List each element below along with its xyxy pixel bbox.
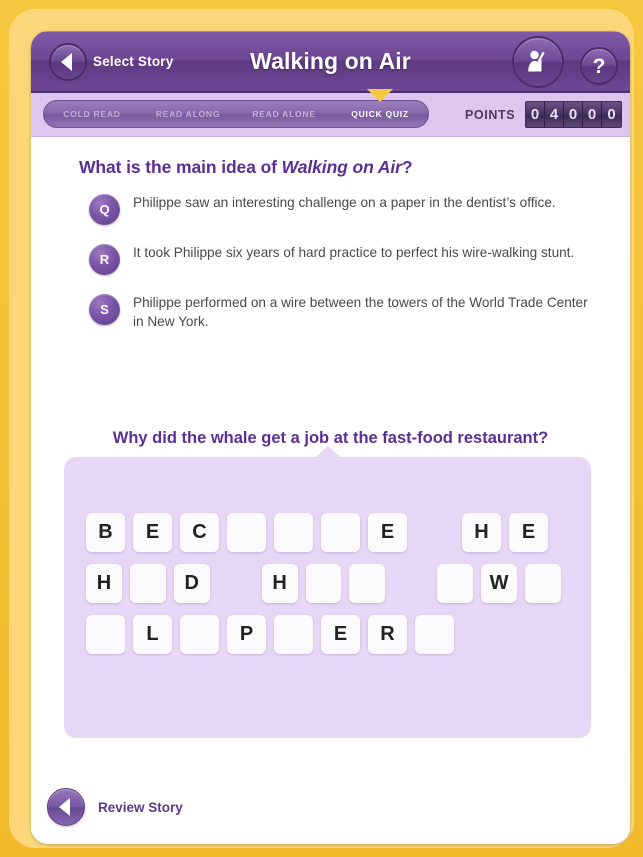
answer-badge: S xyxy=(89,294,120,325)
points-label: POINTS xyxy=(465,108,516,122)
letter-tile-empty[interactable] xyxy=(415,615,454,654)
answer-text: Philippe saw an interesting challenge on… xyxy=(133,195,556,210)
answer-text: Philippe performed on a wire between the… xyxy=(133,295,588,329)
review-story-circle xyxy=(47,788,85,826)
tab-label: READ ALONG xyxy=(155,109,221,119)
riddle-panel: BECEHEHDHWLPER xyxy=(64,446,591,738)
points-counter: 0 4 0 0 0 xyxy=(525,101,622,128)
tab-quick-quiz[interactable]: QUICK QUIZ xyxy=(332,89,428,119)
letter-tile-filled[interactable]: E xyxy=(321,615,360,654)
teacher-icon[interactable] xyxy=(512,36,564,88)
tab-cold-read[interactable]: COLD READ xyxy=(44,109,140,119)
letter-tile-filled[interactable]: H xyxy=(462,513,501,552)
chevron-left-icon xyxy=(61,53,72,71)
letter-tile-filled[interactable]: C xyxy=(180,513,219,552)
letter-tile-filled[interactable]: W xyxy=(481,564,518,603)
chevron-left-icon xyxy=(59,798,70,816)
letter-tile-empty[interactable] xyxy=(274,513,313,552)
letter-tile-filled[interactable]: R xyxy=(368,615,407,654)
question-mark-icon: ? xyxy=(592,54,606,78)
answer-option-s[interactable]: S Philippe performed on a wire between t… xyxy=(89,293,589,331)
points-digit: 0 xyxy=(602,102,621,127)
letter-tile-filled[interactable]: B xyxy=(86,513,125,552)
letter-tile-filled[interactable]: E xyxy=(509,513,548,552)
answer-badge: Q xyxy=(89,194,120,225)
answer-option-r[interactable]: R It took Philippe six years of hard pra… xyxy=(89,243,589,275)
help-button[interactable]: ? xyxy=(580,47,618,85)
letter-tile-filled[interactable]: P xyxy=(227,615,266,654)
quiz-question-suffix: ? xyxy=(401,157,413,177)
tab-read-along[interactable]: READ ALONG xyxy=(140,109,236,119)
review-story-label: Review Story xyxy=(98,799,183,815)
letter-tile-empty[interactable] xyxy=(321,513,360,552)
letter-grid: BECEHEHDHWLPER xyxy=(86,513,569,666)
title-bar: Select Story Walking on Air ? xyxy=(31,31,630,93)
device-frame: Select Story Walking on Air ? COLD READ … xyxy=(0,0,643,857)
answer-text: It took Philippe six years of hard pract… xyxy=(133,245,575,260)
review-story-button[interactable]: Review Story xyxy=(47,788,183,826)
points-digit: 0 xyxy=(526,102,545,127)
letter-tile-empty[interactable] xyxy=(349,564,386,603)
word-gap xyxy=(393,564,429,603)
active-tab-caret-icon xyxy=(367,89,393,102)
app-screen: Select Story Walking on Air ? COLD READ … xyxy=(31,31,630,844)
letter-tile-filled[interactable]: H xyxy=(86,564,122,603)
letter-row: HDHW xyxy=(86,564,569,603)
tab-label: READ ALONE xyxy=(252,109,316,119)
select-story-back-button[interactable] xyxy=(49,43,87,81)
letter-tile-empty[interactable] xyxy=(305,564,342,603)
letter-tile-filled[interactable]: H xyxy=(261,564,298,603)
letter-tile-empty[interactable] xyxy=(227,513,266,552)
letter-row: BECEHE xyxy=(86,513,569,552)
letter-tile-empty[interactable] xyxy=(437,564,474,603)
quiz-question: What is the main idea of Walking on Air? xyxy=(79,157,413,178)
quiz-question-title: Walking on Air xyxy=(281,157,402,177)
tab-label: COLD READ xyxy=(63,109,121,119)
tab-bar: COLD READ READ ALONG READ ALONE QUICK QU… xyxy=(43,89,429,128)
answer-list: Q Philippe saw an interesting challenge … xyxy=(89,193,589,349)
letter-tile-filled[interactable]: D xyxy=(173,564,210,603)
answer-option-q[interactable]: Q Philippe saw an interesting challenge … xyxy=(89,193,589,225)
nav-strip: COLD READ READ ALONG READ ALONE QUICK QU… xyxy=(31,89,630,137)
letter-tile-filled[interactable]: L xyxy=(133,615,172,654)
word-gap xyxy=(415,513,454,552)
letter-tile-filled[interactable]: E xyxy=(133,513,172,552)
letter-tile-empty[interactable] xyxy=(274,615,313,654)
device-bezel: Select Story Walking on Air ? COLD READ … xyxy=(9,9,634,848)
letter-tile-empty[interactable] xyxy=(86,615,125,654)
points-digit: 4 xyxy=(545,102,564,127)
points-digit: 0 xyxy=(564,102,583,127)
letter-row: L P ER xyxy=(86,615,569,654)
tab-read-alone[interactable]: READ ALONE xyxy=(236,109,332,119)
quiz-question-prefix: What is the main idea of xyxy=(79,157,282,177)
teacher-pointer-icon xyxy=(528,50,545,72)
content-area: What is the main idea of Walking on Air?… xyxy=(31,137,630,842)
word-gap xyxy=(218,564,254,603)
tab-label: QUICK QUIZ xyxy=(351,109,409,119)
answer-badge: R xyxy=(89,244,120,275)
points-digit: 0 xyxy=(583,102,602,127)
riddle-caret-icon xyxy=(314,446,341,458)
footer-bar: Review Story xyxy=(31,780,630,842)
letter-tile-filled[interactable]: E xyxy=(368,513,407,552)
letter-tile-empty[interactable] xyxy=(129,564,166,603)
letter-tile-empty[interactable] xyxy=(525,564,561,603)
letter-tile-empty[interactable] xyxy=(180,615,219,654)
select-story-label[interactable]: Select Story xyxy=(93,31,173,91)
